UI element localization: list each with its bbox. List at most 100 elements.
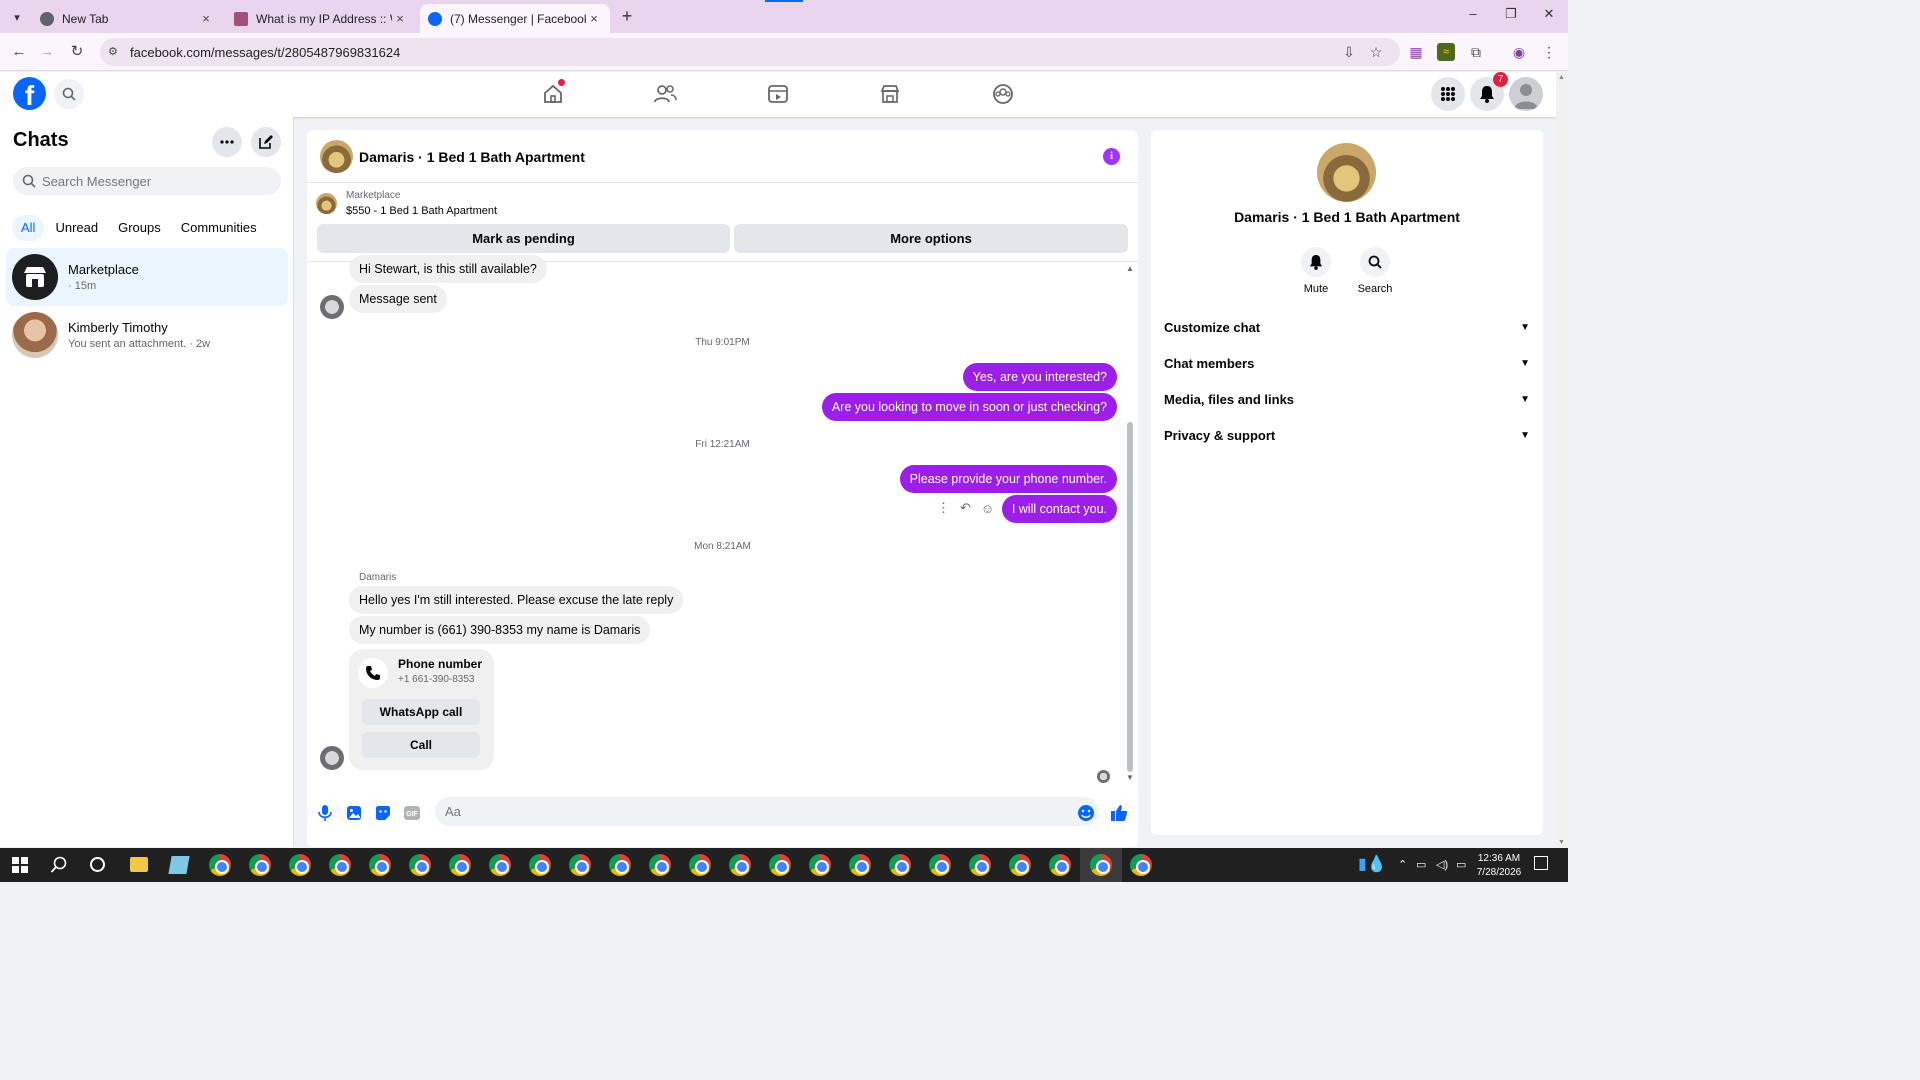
chrome-icon[interactable] <box>809 854 831 876</box>
more-options-button[interactable]: More options <box>734 224 1128 253</box>
chrome-icon[interactable] <box>449 854 471 876</box>
chrome-icon[interactable] <box>569 854 591 876</box>
media-files-links-section[interactable]: Media, files and links ▼ <box>1164 384 1530 414</box>
info-icon[interactable]: i <box>1103 148 1120 165</box>
scroll-thumb[interactable] <box>1127 422 1133 772</box>
microphone-icon[interactable] <box>316 804 334 822</box>
tab-ip-address[interactable]: What is my IP Address :: WebBr × <box>226 4 416 33</box>
tab-search-chevron-icon[interactable]: ▾ <box>8 8 26 26</box>
chrome-icon[interactable] <box>609 854 631 876</box>
search-in-chat-button[interactable]: Search <box>1345 247 1405 295</box>
windows-start-icon[interactable] <box>12 857 28 873</box>
message-incoming[interactable]: Hi Stewart, is this still available? <box>349 255 547 283</box>
marketplace-icon[interactable] <box>876 80 904 108</box>
tab-new-tab[interactable]: New Tab × <box>32 4 222 33</box>
account-avatar[interactable] <box>1509 77 1543 111</box>
minimize-button[interactable]: – <box>1458 6 1488 26</box>
sticker-icon[interactable] <box>374 804 392 822</box>
forward-icon[interactable]: → <box>36 41 58 63</box>
filter-unread[interactable]: Unread <box>46 215 107 241</box>
call-button[interactable]: Call <box>362 732 480 758</box>
chrome-icon[interactable] <box>1049 854 1071 876</box>
chrome-icon[interactable] <box>1130 854 1152 876</box>
chrome-icon[interactable] <box>849 854 871 876</box>
bookmark-star-icon[interactable]: ☆ <box>1367 43 1385 61</box>
chrome-icon[interactable] <box>329 854 351 876</box>
extension-icon[interactable]: ≈ <box>1437 43 1455 61</box>
chrome-icon[interactable] <box>289 854 311 876</box>
chrome-icon[interactable] <box>209 854 231 876</box>
react-emoji-icon[interactable]: ☺ <box>981 501 994 516</box>
url-field[interactable]: ⚙ facebook.com/messages/t/28054879698316… <box>100 38 1400 66</box>
close-window-button[interactable]: ✕ <box>1534 6 1564 26</box>
new-message-icon[interactable] <box>251 127 281 157</box>
maximize-button[interactable]: ❐ <box>1496 6 1526 26</box>
home-icon[interactable] <box>539 79 567 108</box>
more-actions-icon[interactable]: ⋮ <box>937 500 950 516</box>
tray-chevron-up-icon[interactable]: ⌃ <box>1398 858 1407 871</box>
emoji-icon[interactable] <box>1077 804 1095 822</box>
mute-button[interactable]: Mute <box>1286 247 1346 295</box>
more-options-icon[interactable] <box>212 127 242 157</box>
message-outgoing[interactable]: Yes, are you interested? <box>962 363 1117 391</box>
tray-app-icon[interactable]: ▭ <box>1416 858 1426 871</box>
page-scrollbar[interactable]: ▲ ▼ <box>1556 72 1568 848</box>
scroll-down-icon[interactable]: ▼ <box>1558 839 1565 846</box>
message-incoming[interactable]: Message sent <box>349 285 447 313</box>
reload-icon[interactable]: ↻ <box>66 41 88 63</box>
chrome-icon[interactable] <box>409 854 431 876</box>
gif-icon[interactable]: GIF <box>403 804 421 822</box>
menu-grid-icon[interactable] <box>1431 77 1465 111</box>
tab-messenger[interactable]: (7) Messenger | Facebook × <box>420 4 610 33</box>
message-input[interactable] <box>435 797 1099 826</box>
search-messenger-field[interactable] <box>13 167 281 195</box>
volume-icon[interactable]: ◁) <box>1436 858 1448 871</box>
chat-avatar[interactable] <box>320 140 353 173</box>
scroll-up-icon[interactable]: ▲ <box>1126 264 1134 273</box>
tab-close-icon[interactable]: × <box>392 11 408 26</box>
scroll-up-icon[interactable]: ▲ <box>1558 74 1565 81</box>
network-icon[interactable]: ▭ <box>1456 858 1466 871</box>
file-explorer-icon[interactable] <box>130 857 148 872</box>
extensions-puzzle-icon[interactable]: ⧉ <box>1467 43 1485 61</box>
taskbar-clock[interactable]: 12:36 AM 7/28/2026 <box>1470 852 1528 880</box>
chrome-icon[interactable] <box>369 854 391 876</box>
chrome-icon[interactable] <box>969 854 991 876</box>
conversation-marketplace[interactable]: Marketplace · 15m <box>6 248 288 306</box>
chrome-icon[interactable] <box>729 854 751 876</box>
search-icon[interactable] <box>50 856 68 874</box>
menu-kebab-icon[interactable]: ⋮ <box>1540 43 1558 61</box>
chrome-icon[interactable] <box>889 854 911 876</box>
install-app-icon[interactable]: ⇩ <box>1340 43 1358 61</box>
notification-center-icon[interactable] <box>1534 856 1548 870</box>
tab-close-icon[interactable]: × <box>198 11 214 26</box>
new-tab-button[interactable]: + <box>618 7 636 26</box>
video-icon[interactable] <box>764 80 792 108</box>
chrome-icon[interactable] <box>249 854 271 876</box>
notifications-bell-icon[interactable]: 7 <box>1470 72 1508 111</box>
chat-avatar[interactable] <box>1317 143 1376 202</box>
back-icon[interactable]: ← <box>8 41 30 63</box>
chrome-icon[interactable] <box>1009 854 1031 876</box>
scroll-down-icon[interactable]: ▼ <box>1126 773 1134 782</box>
image-icon[interactable] <box>345 804 363 822</box>
mark-as-pending-button[interactable]: Mark as pending <box>317 224 730 253</box>
profile-icon[interactable]: ◉ <box>1510 43 1528 61</box>
thread-scrollbar[interactable]: ▲ ▼ <box>1126 264 1134 782</box>
extension-icon[interactable]: ▦ <box>1407 43 1425 61</box>
filter-groups[interactable]: Groups <box>109 215 170 241</box>
tab-close-icon[interactable]: × <box>586 11 602 26</box>
message-incoming[interactable]: Hello yes I'm still interested. Please e… <box>349 586 684 614</box>
privacy-support-section[interactable]: Privacy & support ▼ <box>1164 420 1530 450</box>
thumbs-up-icon[interactable] <box>1110 804 1128 822</box>
message-outgoing[interactable]: I will contact you. <box>1001 495 1117 523</box>
notepad-app-icon[interactable] <box>168 856 190 874</box>
message-outgoing[interactable]: Are you looking to move in soon or just … <box>821 393 1117 421</box>
message-thread[interactable]: Hi Stewart, is this still available? Mes… <box>307 255 1138 788</box>
chrome-icon[interactable] <box>1090 854 1112 876</box>
chrome-icon[interactable] <box>689 854 711 876</box>
conversation-kimberly[interactable]: Kimberly Timothy You sent an attachment.… <box>6 306 288 364</box>
chrome-icon[interactable] <box>929 854 951 876</box>
facebook-logo[interactable]: f <box>13 77 46 110</box>
message-outgoing[interactable]: Please provide your phone number. <box>899 465 1117 493</box>
